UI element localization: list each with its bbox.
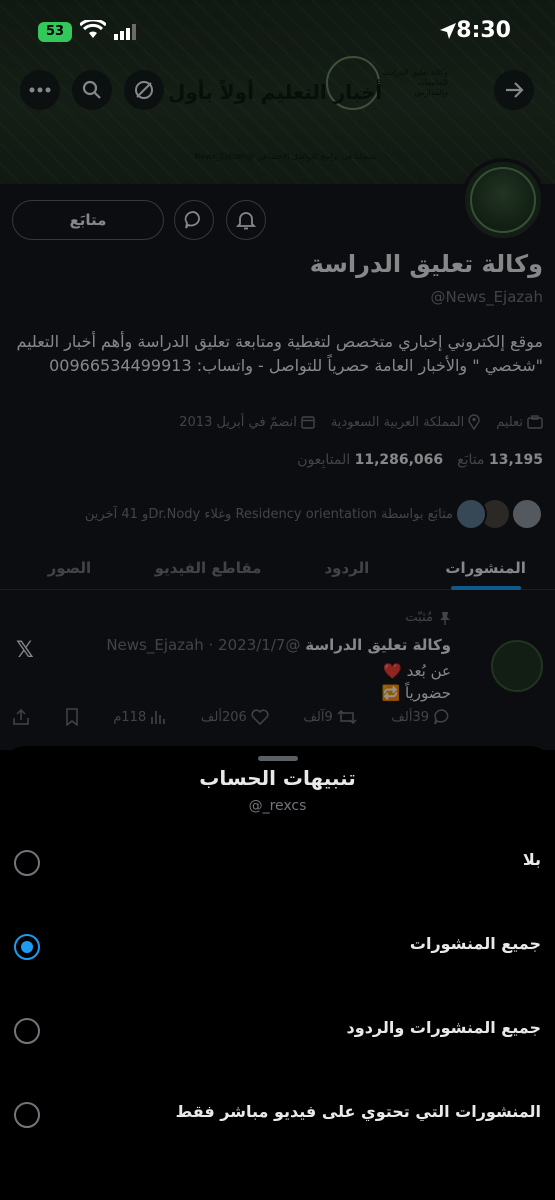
bookmark-icon: [65, 708, 78, 726]
following-button[interactable]: متابَع: [12, 200, 164, 240]
back-button[interactable]: [494, 70, 534, 110]
avatar-logo: [470, 167, 536, 233]
tweet-line: حضورياً 🔁: [381, 684, 451, 702]
like-count: 206ألف: [200, 709, 247, 725]
heart-icon: [251, 709, 269, 725]
followers-text: المتابِعون: [297, 452, 351, 468]
category-item: تعليم: [496, 415, 543, 430]
bookmark-button[interactable]: [65, 708, 79, 726]
message-button[interactable]: [174, 200, 214, 240]
share-button[interactable]: [12, 708, 30, 726]
follow-counts: 13,195 متابَع 11,286,066 المتابِعون: [297, 452, 543, 468]
mute-icon: [135, 81, 153, 99]
category-label: تعليم: [496, 414, 523, 430]
option-all-posts[interactable]: جميع المنشورات: [0, 916, 555, 976]
views-bar-icon: [151, 711, 166, 724]
pinned-tweet[interactable]: مُثبّت وكالة تعليق الدراسة @News_Ejazah …: [0, 598, 555, 750]
radio-button[interactable]: [14, 850, 40, 876]
joined-label: انضمّ في أبريل 2013: [179, 414, 297, 430]
tweet-line: عن بُعد ❤️: [383, 662, 451, 680]
battery-indicator: 53: [38, 22, 72, 42]
message-bubble-icon: [184, 211, 200, 229]
share-icon: [13, 708, 29, 725]
status-bar: 53 8:30: [0, 0, 555, 64]
option-posts-and-replies[interactable]: جميع المنشورات والردود: [0, 1000, 555, 1060]
option-none[interactable]: بلا: [0, 832, 555, 892]
search-button[interactable]: [72, 70, 112, 110]
profile-avatar[interactable]: [461, 158, 545, 242]
follower-avatars: [455, 498, 543, 530]
following-text: متابَع: [457, 452, 485, 468]
option-label: المنشورات التي تحتوي على فيديو مباشر فقط: [175, 1102, 541, 1121]
tweet-author: وكالة تعليق الدراسة: [305, 636, 451, 654]
radio-button[interactable]: [14, 1102, 40, 1128]
retweet-count: 9آلف: [303, 709, 333, 725]
following-count[interactable]: 13,195 متابَع: [457, 452, 543, 468]
followers-number: 11,286,066: [354, 452, 444, 468]
profile-section: متابَع وكالة تعليق الدراسة @News_Ejazah …: [0, 158, 555, 750]
option-label: جميع المنشورات: [409, 934, 541, 953]
option-label: جميع المنشورات والردود: [346, 1018, 541, 1037]
pinned-label: مُثبّت: [405, 610, 433, 625]
location-arrow-icon: [440, 23, 456, 39]
banner-social-line: متصلنا في برامج التواصل الاجتماعي @News_…: [194, 152, 376, 161]
arrow-right-icon: [506, 82, 524, 98]
wifi-icon: [80, 20, 106, 38]
followers-count[interactable]: 11,286,066 المتابِعون: [297, 452, 443, 468]
tab-videos[interactable]: مقاطع الفيديو: [139, 546, 278, 589]
sheet-subtitle: @_rexcs: [248, 798, 307, 814]
x-logo-icon: 𝕏: [16, 638, 34, 663]
tweet-handle-date: @News_Ejazah · 2023/1/7: [106, 636, 301, 654]
joined-item: انضمّ في أبريل 2013: [179, 415, 315, 430]
follower-avatar: [511, 498, 543, 530]
retweet-button[interactable]: 9آلف: [303, 709, 357, 725]
tab-replies[interactable]: الردود: [278, 546, 417, 589]
banner-logo-text: وكالة تعليق الدراسة للجامعات والمدارس: [382, 68, 448, 97]
following-number: 13,195: [488, 452, 543, 468]
location-item: المملكة العربية السعودية: [331, 414, 480, 430]
tweet-header: وكالة تعليق الدراسة @News_Ejazah · 2023/…: [106, 636, 451, 654]
views-button[interactable]: 118م: [113, 709, 166, 725]
clock: 8:30: [456, 18, 511, 43]
notifications-button[interactable]: [226, 200, 266, 240]
calendar-icon: [301, 416, 315, 429]
tab-posts[interactable]: المنشورات: [416, 546, 555, 589]
profile-tabs: المنشورات الردود مقاطع الفيديو الصور: [0, 546, 555, 590]
bell-icon: [236, 212, 256, 230]
profile-meta: تعليم المملكة العربية السعودية انضمّ في …: [13, 414, 543, 430]
sheet-grabber[interactable]: [257, 756, 298, 761]
location-label: المملكة العربية السعودية: [330, 414, 465, 430]
briefcase-icon: [527, 415, 543, 429]
like-button[interactable]: 206ألف: [201, 709, 269, 725]
radio-button-selected[interactable]: [14, 934, 40, 960]
followed-by-row[interactable]: متابَع بواسطة Residency orientation وغلا…: [13, 496, 543, 532]
reply-count: 39ألف: [391, 709, 429, 725]
pinned-indicator: مُثبّت: [405, 610, 451, 625]
sheet-title: تنبيهات الحساب: [199, 766, 356, 790]
signal-icon: [114, 24, 136, 40]
more-button[interactable]: [20, 70, 60, 110]
followed-by-text: متابَع بواسطة Residency orientation وغلا…: [84, 506, 453, 522]
follower-avatar: [455, 498, 487, 530]
views-count: 118م: [113, 709, 147, 725]
option-label: بلا: [522, 850, 541, 869]
pin-icon: [440, 611, 450, 625]
radio-button[interactable]: [14, 1018, 40, 1044]
location-pin-icon: [468, 414, 480, 430]
retweet-icon: [337, 709, 357, 725]
option-live-video-only[interactable]: المنشورات التي تحتوي على فيديو مباشر فقط: [0, 1084, 555, 1144]
reply-icon: [434, 709, 449, 725]
search-icon: [82, 80, 101, 99]
account-notifications-sheet: تنبيهات الحساب @_rexcs بلا جميع المنشورا…: [0, 746, 555, 1200]
more-dots-icon: [29, 87, 51, 93]
tweet-actions: 39ألف 9آلف 206ألف 118م: [12, 704, 451, 730]
tab-photos[interactable]: الصور: [0, 546, 139, 589]
banner-title: أخبار التعليم أولاً بأول: [168, 80, 383, 104]
tweet-avatar[interactable]: [491, 640, 543, 692]
mute-button[interactable]: [124, 70, 164, 110]
handle: @News_Ejazah: [430, 288, 543, 306]
reply-button[interactable]: 39ألف: [391, 708, 451, 726]
bio: موقع إلكتروني إخباري متخصص لتغطية ومتابع…: [16, 332, 543, 375]
display-name: وكالة تعليق الدراسة: [309, 250, 543, 278]
